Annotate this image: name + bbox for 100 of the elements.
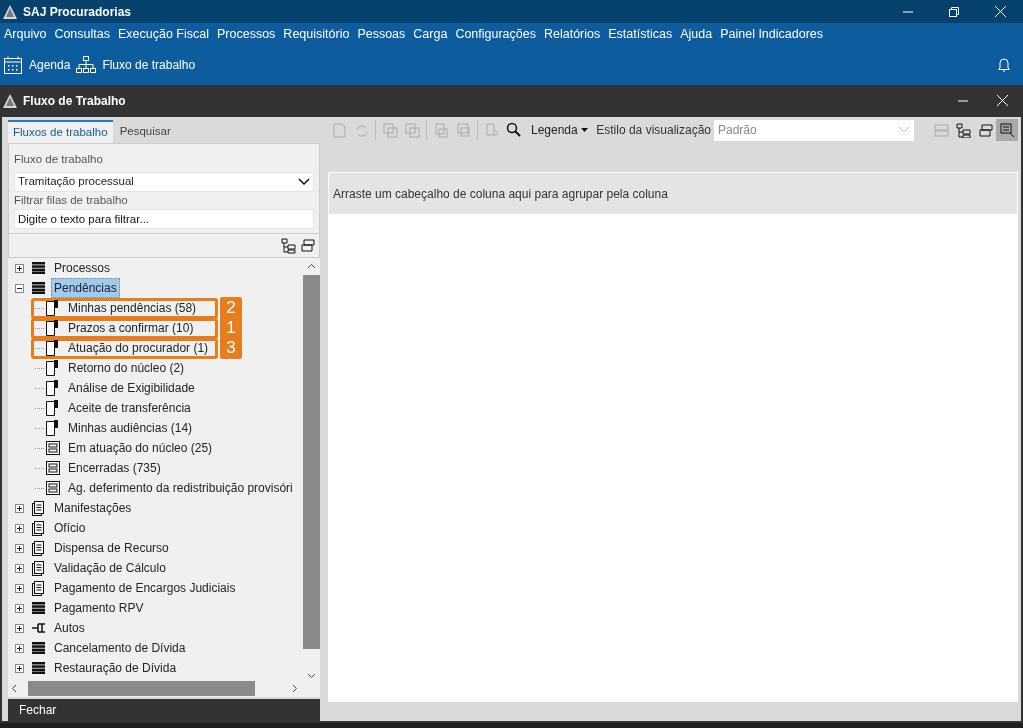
group-by-hint: Arraste um cabeçalho de coluna aqui para agrupar pela coluna <box>333 185 668 203</box>
expander-icon[interactable] <box>15 283 24 293</box>
callout-number: 3 <box>220 337 242 360</box>
menu-item[interactable]: Arquivo <box>0 24 51 44</box>
menu-item[interactable]: Estatísticas <box>604 24 677 44</box>
document-icon <box>46 400 59 417</box>
toolbar-link[interactable]: Fluxo de trabalho <box>102 56 196 74</box>
expander-icon[interactable] <box>15 643 24 653</box>
expander-icon[interactable] <box>15 503 24 513</box>
list-icon <box>32 642 45 655</box>
menu-item[interactable]: Execução Fiscal <box>114 24 213 44</box>
scrollbar-thumb[interactable] <box>28 681 255 697</box>
app-logo-icon <box>3 4 17 19</box>
hierarchy-icon <box>76 56 97 74</box>
window-title: Fluxo de Trabalho <box>23 93 126 110</box>
window-logo-icon <box>3 94 17 108</box>
clipboard-icon <box>32 540 44 556</box>
tree-item[interactable]: Validação de Cálculo <box>51 558 169 579</box>
clipboard-icon <box>32 520 44 536</box>
menu-item[interactable]: Painel Indicadores <box>716 24 828 44</box>
menu-item[interactable]: Requisitório <box>279 24 354 44</box>
list-icon <box>32 282 45 295</box>
tree-item[interactable]: Minhas audiências (14) <box>65 418 196 439</box>
document-icon <box>46 340 59 357</box>
tree-item[interactable]: Ofício <box>51 518 89 539</box>
tree-item[interactable]: Manifestações <box>51 498 135 519</box>
view-style-dropdown[interactable]: Padrão <box>714 119 914 141</box>
connector-icon <box>32 622 46 635</box>
tree-expand-icon[interactable] <box>281 237 297 254</box>
document-icon <box>46 420 59 437</box>
toolbar-icon[interactable] <box>977 122 993 138</box>
clipboard-icon <box>32 580 44 596</box>
tree-item[interactable]: Minhas pendências (58) <box>65 298 200 319</box>
expander-icon[interactable] <box>15 603 24 613</box>
menu-item[interactable]: Processos <box>213 24 280 44</box>
tree-item[interactable]: Pagamento RPV <box>51 598 147 619</box>
document-icon <box>46 320 59 337</box>
expander-icon[interactable] <box>15 543 24 553</box>
tree-item[interactable]: Dispensa de Recurso <box>51 538 172 559</box>
toolbar-icon[interactable] <box>955 122 971 138</box>
tree-item[interactable]: Cancelamento de Dívida <box>51 638 189 659</box>
menu-item[interactable]: Carga <box>409 24 452 44</box>
clipboard-icon <box>32 560 44 576</box>
expander-icon[interactable] <box>15 583 24 593</box>
chevron-right-icon[interactable] <box>292 684 298 694</box>
clipboard-icon <box>32 500 44 516</box>
tree-item[interactable]: Restauração de Dívida <box>51 658 180 679</box>
tree-item[interactable]: Aceite de transferência <box>65 398 194 419</box>
expander-icon[interactable] <box>15 663 24 673</box>
tree-item[interactable]: Prazos a confirmar (10) <box>65 318 197 339</box>
field-label: Fluxo de trabalho <box>14 152 104 168</box>
tree-item[interactable]: Análise de Exigibilidade <box>65 378 198 399</box>
menu-item[interactable]: Relatórios <box>540 24 605 44</box>
chevron-down-icon[interactable] <box>307 673 316 680</box>
legend-dropdown[interactable]: Legenda <box>531 121 588 139</box>
list-icon <box>32 662 45 675</box>
document-icon <box>46 300 59 317</box>
menu-item[interactable]: Consultas <box>50 24 114 44</box>
tree-item[interactable]: Processos <box>51 258 114 279</box>
workflow-dropdown[interactable]: Tramitação processual <box>14 171 314 192</box>
menu-item[interactable]: Ajuda <box>676 24 717 44</box>
chevron-icon <box>898 126 910 134</box>
caret-icon <box>580 128 588 132</box>
tree-item[interactable]: Retorno do núcleo (2) <box>65 358 188 379</box>
search-icon[interactable] <box>506 122 522 138</box>
expander-icon[interactable] <box>15 563 24 573</box>
tree-item[interactable]: Pagamento de Encargos Judiciais <box>51 578 239 599</box>
close-button[interactable]: Fechar <box>8 699 320 721</box>
tree-item[interactable]: Em atuação do núcleo (25) <box>65 438 216 459</box>
horizontal-scrollbar[interactable] <box>8 680 320 698</box>
toolbar-link[interactable]: Agenda <box>29 56 71 74</box>
toolbar-icon[interactable] <box>999 122 1015 138</box>
bell-icon[interactable] <box>997 57 1011 73</box>
filter-field[interactable]: Digite o texto para filtrar... <box>14 209 314 230</box>
expander-icon[interactable] <box>15 523 24 533</box>
form-icon <box>46 461 60 476</box>
form-icon <box>46 441 60 456</box>
list-icon <box>32 602 45 615</box>
chevron-up-icon[interactable] <box>307 263 316 270</box>
chevron-left-icon[interactable] <box>11 684 17 694</box>
tree-item[interactable]: Autos <box>51 618 88 639</box>
document-icon <box>46 360 59 377</box>
expander-icon[interactable] <box>15 263 24 273</box>
app-title: SAJ Procuradorias <box>23 3 132 21</box>
form-icon <box>46 481 60 496</box>
tree-collapse-icon[interactable] <box>300 237 316 254</box>
list-icon <box>32 262 45 275</box>
menu-item[interactable]: Configurações <box>451 24 540 44</box>
menu-item[interactable]: Pessoas <box>353 24 410 44</box>
tree-item[interactable]: Ag. deferimento da redistribuição provisóri <box>65 478 296 499</box>
expander-icon[interactable] <box>15 623 24 633</box>
callout-number: 1 <box>220 317 242 340</box>
tab[interactable]: Fluxos de trabalho <box>8 120 113 144</box>
tree-item[interactable]: Encerradas (735) <box>65 458 164 479</box>
callout-number: 2 <box>220 297 242 320</box>
tree-item[interactable]: Atuação do procurador (1) <box>65 338 212 359</box>
tree-item[interactable]: Pendências <box>51 278 120 299</box>
document-icon <box>46 380 59 397</box>
calendar-icon <box>3 55 23 75</box>
chevron-icon <box>298 177 310 186</box>
